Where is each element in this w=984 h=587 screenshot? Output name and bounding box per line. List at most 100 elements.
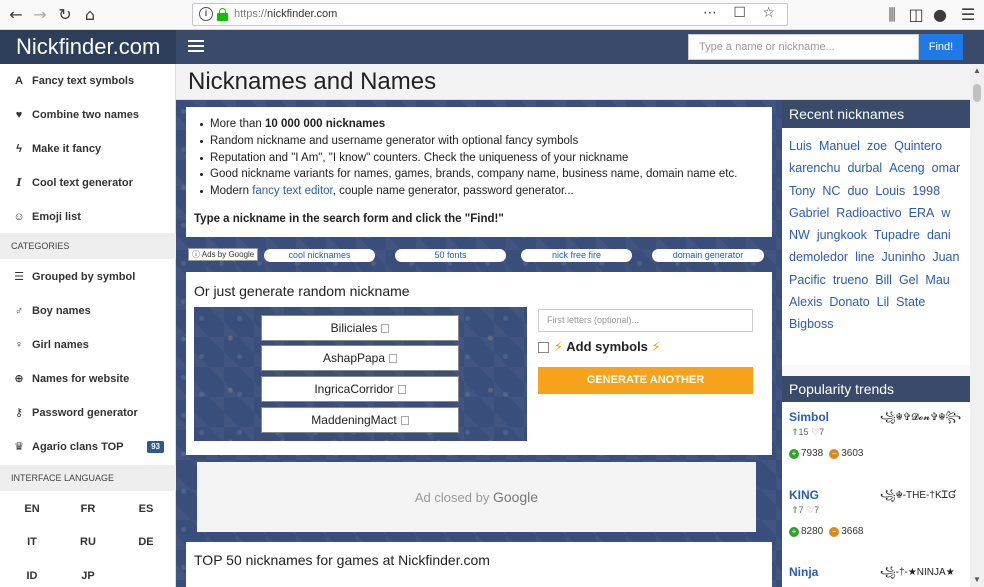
recent-nickname-link[interactable]: Lil bbox=[877, 291, 890, 313]
recent-nickname-link[interactable]: 1998 bbox=[912, 180, 940, 202]
back-arrow-icon[interactable]: ← bbox=[6, 5, 26, 25]
recent-nickname-link[interactable]: Louis bbox=[875, 180, 905, 202]
sidebar-item-website-names[interactable]: ⊕ Names for website bbox=[0, 362, 176, 396]
recent-nickname-link[interactable]: dani bbox=[927, 224, 951, 246]
recent-nickname-link[interactable]: Alexis bbox=[789, 291, 822, 313]
sidebar-item-agario-clans[interactable]: ♛ Agario clans TOP 93 bbox=[0, 430, 176, 464]
recent-nickname-link[interactable]: Tony bbox=[789, 180, 815, 202]
reload-icon[interactable]: ↻ bbox=[55, 5, 75, 25]
trend-name[interactable]: KING bbox=[789, 488, 819, 502]
lang-it[interactable]: IT bbox=[12, 532, 52, 552]
lang-id[interactable]: ID bbox=[12, 566, 52, 586]
recent-nickname-link[interactable]: karenchu bbox=[789, 157, 840, 179]
recent-nickname-link[interactable]: NC bbox=[822, 180, 840, 202]
recent-nickname-link[interactable]: Mau bbox=[925, 269, 949, 291]
recent-nickname-link[interactable]: zoe bbox=[867, 135, 887, 157]
sidebar-item-fancy-text[interactable]: A Fancy text symbols bbox=[0, 64, 176, 98]
plus-icon[interactable]: + bbox=[789, 527, 799, 537]
recent-nickname-link[interactable]: Gabriel bbox=[789, 202, 829, 224]
recent-nickname-link[interactable]: Radioactivo bbox=[836, 202, 901, 224]
ad-link-cool-nicknames[interactable]: cool nicknames bbox=[264, 249, 375, 262]
recent-nickname-link[interactable]: Pacific bbox=[789, 269, 826, 291]
trend-name[interactable]: Simbol bbox=[789, 410, 829, 424]
page-scrollbar[interactable]: ▲ ▼ bbox=[970, 64, 984, 587]
trend-name[interactable]: Ninja bbox=[789, 565, 818, 579]
lang-en[interactable]: EN bbox=[12, 499, 52, 519]
recent-nickname-link[interactable]: Gel bbox=[899, 269, 918, 291]
library-icon[interactable]: ⫼ bbox=[882, 5, 902, 25]
forward-arrow-icon[interactable]: → bbox=[30, 5, 50, 25]
fancy-text-editor-link[interactable]: fancy text editor bbox=[252, 185, 333, 197]
recent-nickname-link[interactable]: Bigboss bbox=[789, 313, 833, 335]
ad-link-nick-free-fire[interactable]: nick free fire bbox=[521, 249, 632, 262]
find-button[interactable]: Find! bbox=[919, 34, 963, 60]
recent-nickname-link[interactable]: durbal bbox=[847, 157, 882, 179]
sidebar-item-combine-names[interactable]: ♥ Combine two names bbox=[0, 98, 176, 132]
recent-nickname-link[interactable]: Quintero bbox=[894, 135, 942, 157]
search-input[interactable]: Type a name or nickname... bbox=[688, 34, 919, 60]
recent-nickname-link[interactable]: demoledor bbox=[789, 246, 848, 268]
recent-nickname-link[interactable]: NW bbox=[789, 224, 810, 246]
generated-nickname[interactable]: AshapPapa bbox=[261, 345, 459, 371]
recent-nickname-link[interactable]: jungkook bbox=[817, 224, 867, 246]
trend-fancy-nickname[interactable]: ꧁☬✞𝓓𝓸𝓷✞☬꧂ bbox=[880, 410, 970, 430]
recent-nickname-link[interactable]: Juan bbox=[932, 246, 959, 268]
recent-nickname-link[interactable]: State bbox=[896, 291, 925, 313]
recent-nickname-link[interactable]: duo bbox=[847, 180, 868, 202]
lang-es[interactable]: ES bbox=[126, 499, 166, 519]
sidebar-item-password-generator[interactable]: ⚷ Password generator bbox=[0, 396, 176, 430]
trend-fancy-nickname[interactable]: ꧁-†-★NINJA★ bbox=[880, 565, 970, 585]
trend-fancy-nickname[interactable]: ꧁☬-THE-†KᏆƓ bbox=[880, 488, 970, 508]
extension-icon[interactable]: ● bbox=[930, 5, 950, 25]
sidebar-toggle-icon[interactable]: ◫ bbox=[906, 5, 926, 25]
scroll-down-icon[interactable]: ▼ bbox=[970, 573, 984, 587]
recent-nickname-link[interactable]: line bbox=[855, 246, 874, 268]
ads-by-google-label[interactable]: ⓘ Ads by Google bbox=[188, 248, 259, 261]
minus-icon[interactable]: − bbox=[829, 449, 840, 459]
recent-nickname-link[interactable]: Juninho bbox=[882, 246, 926, 268]
copy-icon[interactable] bbox=[389, 354, 398, 363]
generated-nickname[interactable]: MaddeningMact bbox=[261, 407, 459, 433]
minus-icon[interactable]: − bbox=[829, 527, 840, 537]
sidebar-item-cool-text[interactable]: I Cool text generator bbox=[0, 166, 176, 200]
sidebar-item-boy-names[interactable]: ♂ Boy names bbox=[0, 294, 176, 328]
copy-icon[interactable] bbox=[400, 416, 409, 425]
recent-nickname-link[interactable]: omar bbox=[932, 157, 960, 179]
url-bar[interactable]: i https://nickfinder.com ⋯ ☐ ☆ bbox=[192, 3, 788, 26]
scroll-up-icon[interactable]: ▲ bbox=[970, 64, 984, 78]
home-icon[interactable]: ⌂ bbox=[80, 5, 100, 25]
recent-nickname-link[interactable]: Luis bbox=[789, 135, 812, 157]
generate-another-button[interactable]: GENERATE ANOTHER bbox=[538, 367, 753, 394]
generated-nickname[interactable]: Biliciales bbox=[261, 315, 459, 341]
sidebar-item-girl-names[interactable]: ♀ Girl names bbox=[0, 328, 176, 362]
plus-icon[interactable]: + bbox=[789, 449, 799, 459]
lang-de[interactable]: DE bbox=[126, 532, 166, 552]
copy-icon[interactable] bbox=[381, 324, 390, 333]
first-letters-input[interactable]: First letters (optional)... bbox=[538, 309, 753, 332]
recent-nickname-link[interactable]: Manuel bbox=[819, 135, 860, 157]
lang-fr[interactable]: FR bbox=[68, 499, 108, 519]
sidebar-item-emoji[interactable]: ☺ Emoji list bbox=[0, 200, 176, 234]
lang-jp[interactable]: JP bbox=[68, 566, 108, 586]
sidebar-item-grouped-by-symbol[interactable]: ☰ Grouped by symbol bbox=[0, 260, 176, 294]
recent-nickname-link[interactable]: trueno bbox=[833, 269, 868, 291]
hamburger-menu-icon[interactable] bbox=[188, 40, 204, 52]
sidebar-item-make-fancy[interactable]: ϟ Make it fancy bbox=[0, 132, 176, 166]
ad-link-50-fonts[interactable]: 50 fonts bbox=[395, 249, 506, 262]
scroll-thumb[interactable] bbox=[973, 84, 981, 102]
menu-icon[interactable]: ☰ bbox=[958, 5, 978, 25]
recent-nickname-link[interactable]: Bill bbox=[875, 269, 892, 291]
recent-nickname-link[interactable]: w bbox=[941, 202, 950, 224]
recent-nickname-link[interactable]: ERA bbox=[909, 202, 935, 224]
recent-nickname-link[interactable]: Aceng bbox=[889, 157, 924, 179]
ad-link-domain-generator[interactable]: domain generator bbox=[652, 249, 764, 262]
generated-nickname[interactable]: IngricaCorridor bbox=[261, 376, 459, 402]
info-icon[interactable]: i bbox=[199, 7, 213, 21]
add-symbols-checkbox[interactable] bbox=[538, 342, 549, 353]
recent-nickname-link[interactable]: Donato bbox=[829, 291, 869, 313]
lang-ru[interactable]: RU bbox=[68, 532, 108, 552]
recent-nickname-link[interactable]: Tupadre bbox=[874, 224, 920, 246]
url-actions-icons[interactable]: ⋯ ☐ ☆ bbox=[703, 5, 781, 21]
site-logo[interactable]: Nickfinder.com bbox=[0, 30, 176, 64]
copy-icon[interactable] bbox=[397, 385, 406, 394]
